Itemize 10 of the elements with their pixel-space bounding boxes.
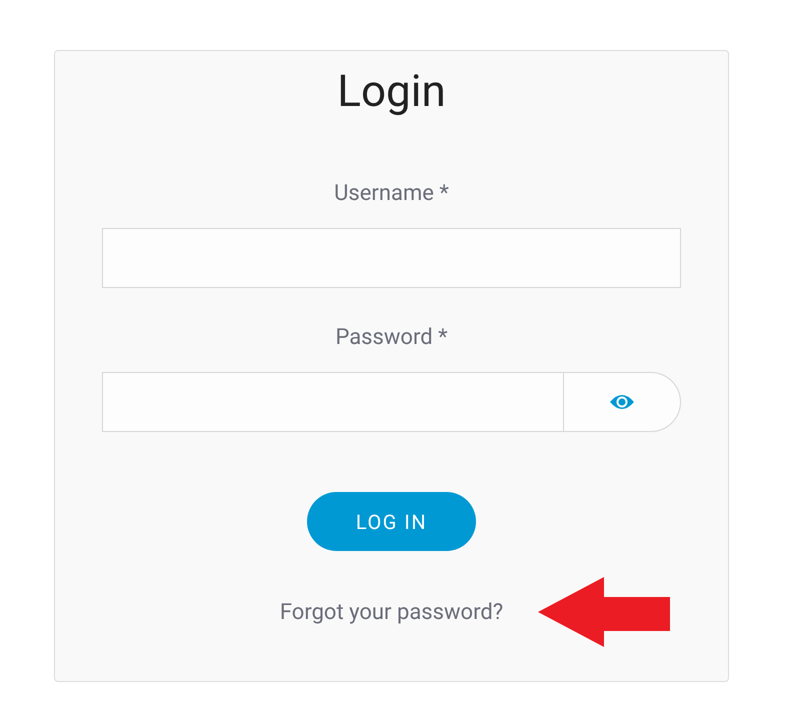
arrow-icon — [538, 577, 670, 647]
login-button[interactable]: LOG IN — [307, 492, 476, 551]
show-password-button[interactable] — [564, 372, 681, 432]
field-label: Username * — [334, 180, 449, 208]
login-title: Login — [337, 65, 446, 117]
field-label: Password * — [335, 324, 448, 352]
username-field[interactable] — [102, 228, 681, 288]
password-field[interactable] — [102, 372, 564, 432]
eye-icon — [609, 392, 635, 412]
forgot-password-link[interactable]: Forgot your password? — [280, 600, 504, 625]
